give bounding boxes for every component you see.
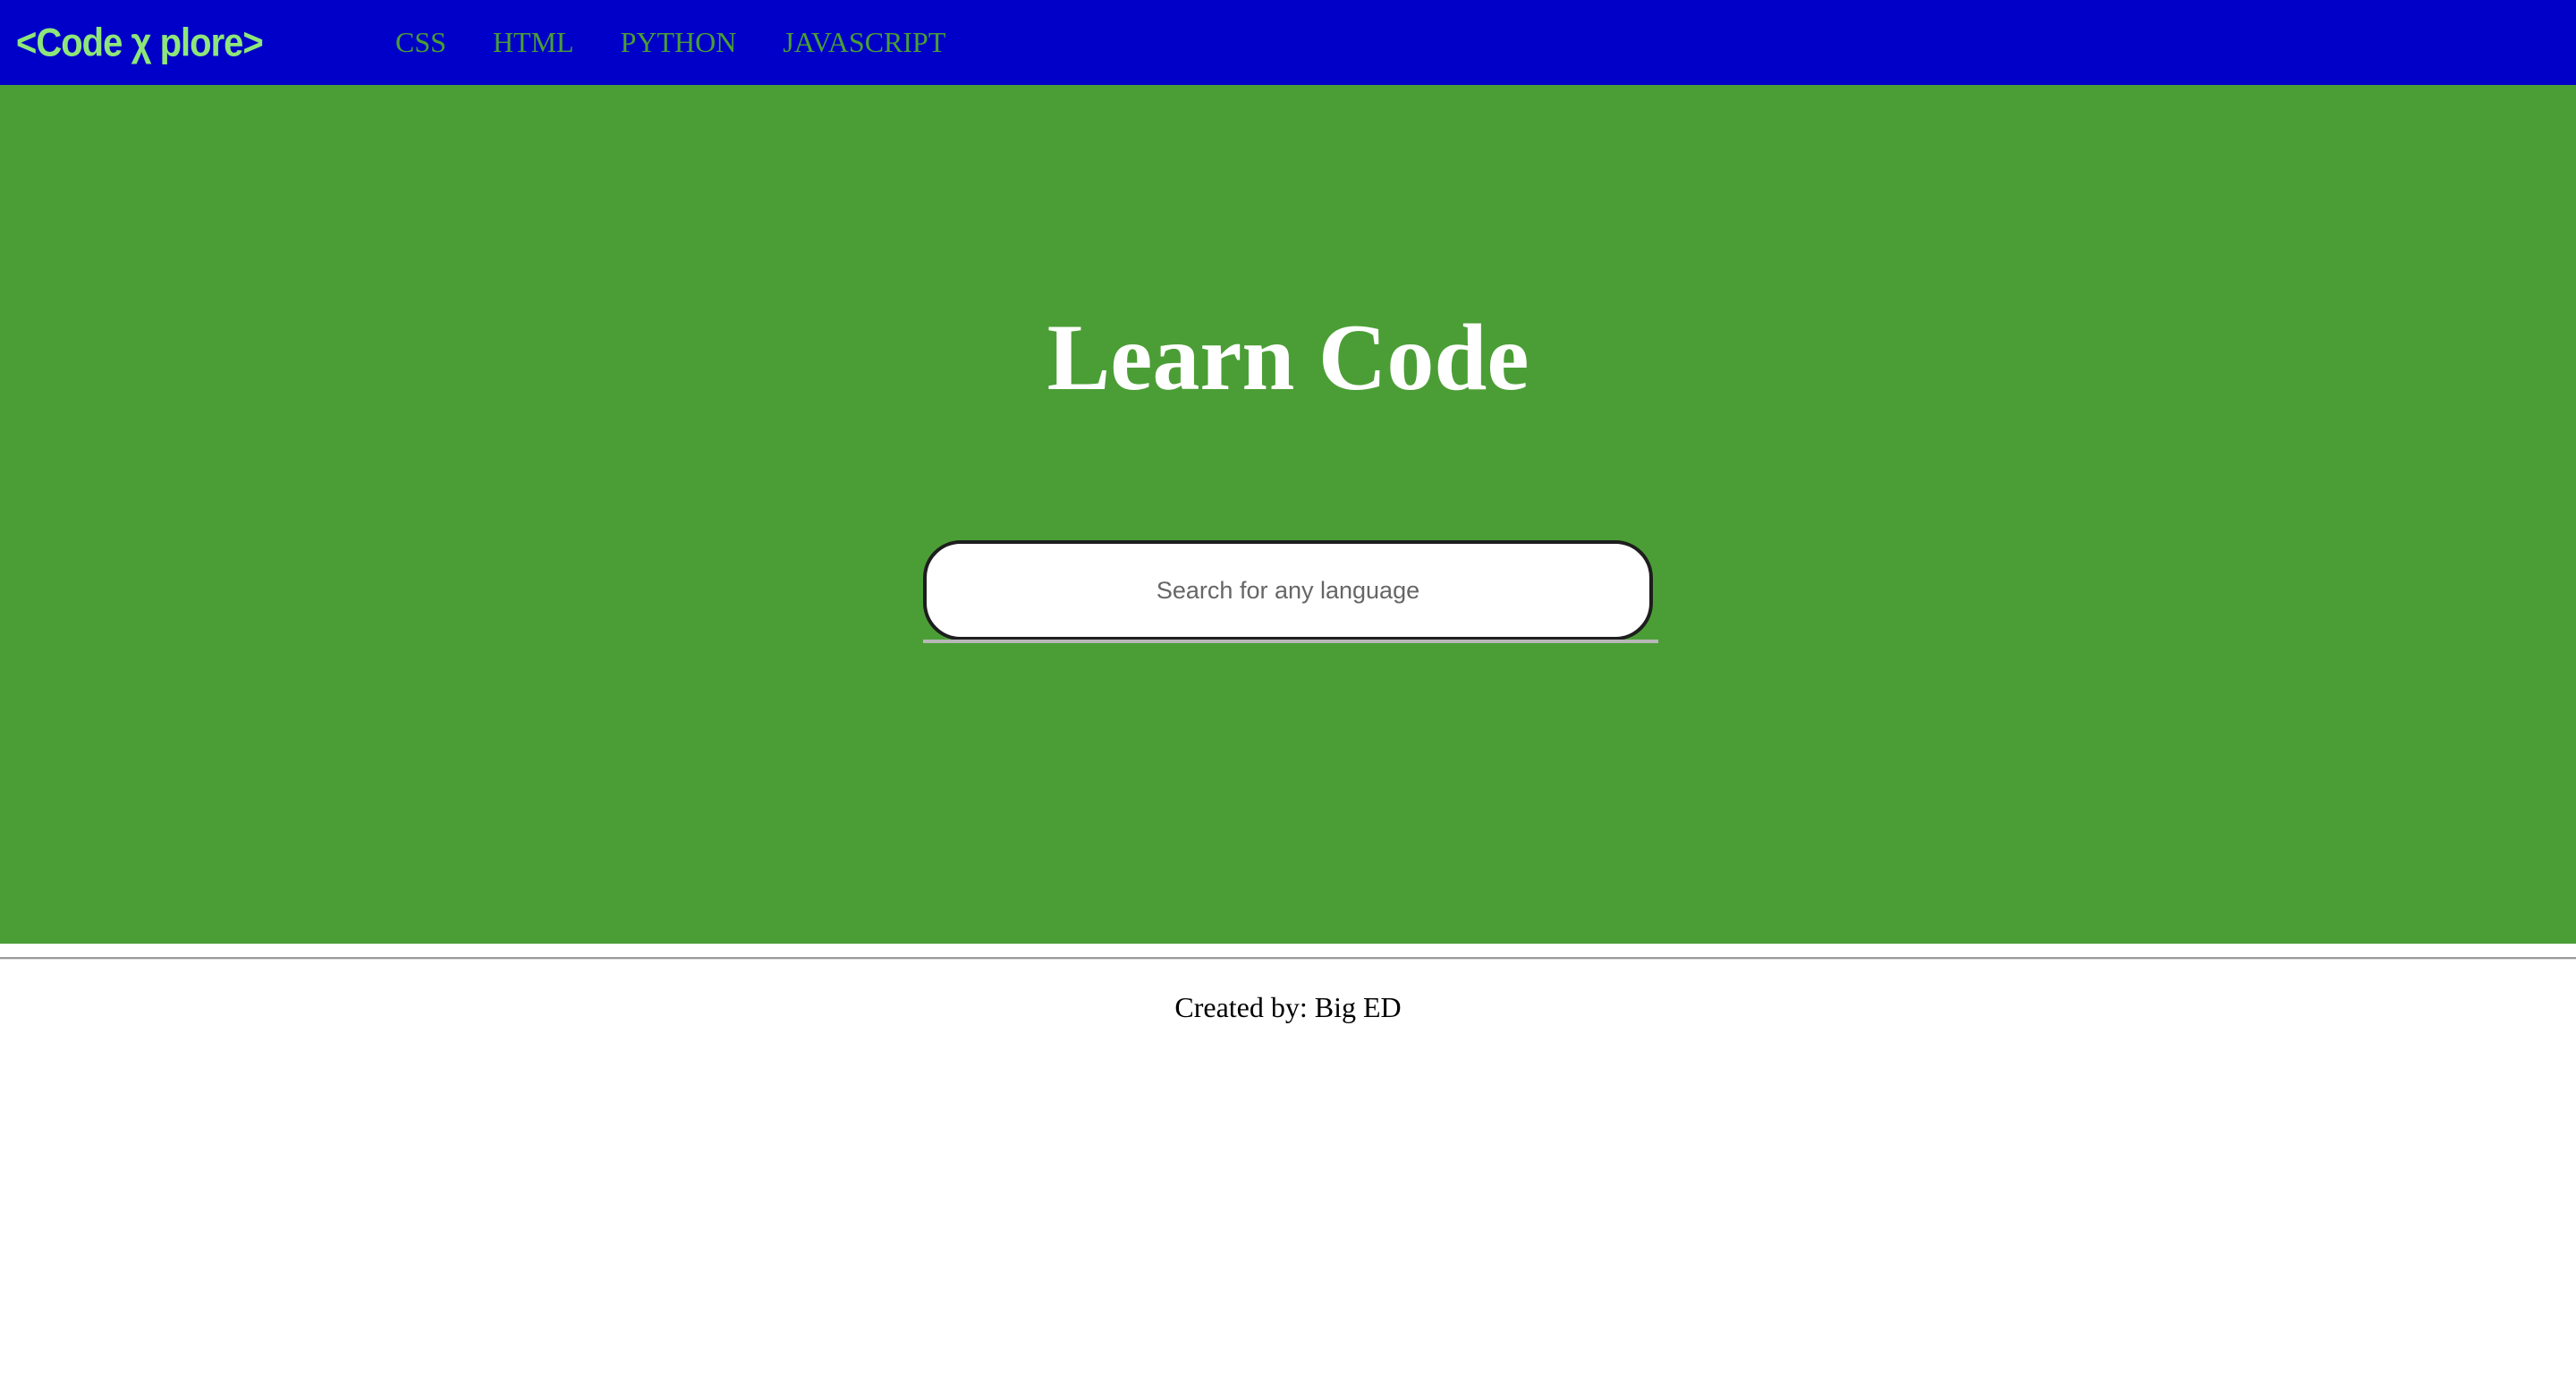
search-input[interactable] <box>923 540 1653 640</box>
footer-credit: Created by: Big ED <box>1174 991 1402 1023</box>
search-underline <box>923 640 1658 643</box>
site-logo[interactable]: <Code χ plore> <box>16 13 264 72</box>
hero-section: Learn Code <box>0 85 2576 944</box>
nav-link-css[interactable]: CSS <box>395 26 446 59</box>
footer-divider <box>0 957 2576 960</box>
search-container <box>923 540 1658 644</box>
main-nav: CSS HTML PYTHON JAVASCRIPT <box>395 20 992 64</box>
hero-title: Learn Code <box>1046 305 1530 410</box>
nav-link-html[interactable]: HTML <box>493 26 574 59</box>
nav-link-javascript[interactable]: JAVASCRIPT <box>783 26 945 59</box>
top-navbar: <Code χ plore> CSS HTML PYTHON JAVASCRIP… <box>0 0 2576 85</box>
nav-link-python[interactable]: PYTHON <box>621 26 737 59</box>
